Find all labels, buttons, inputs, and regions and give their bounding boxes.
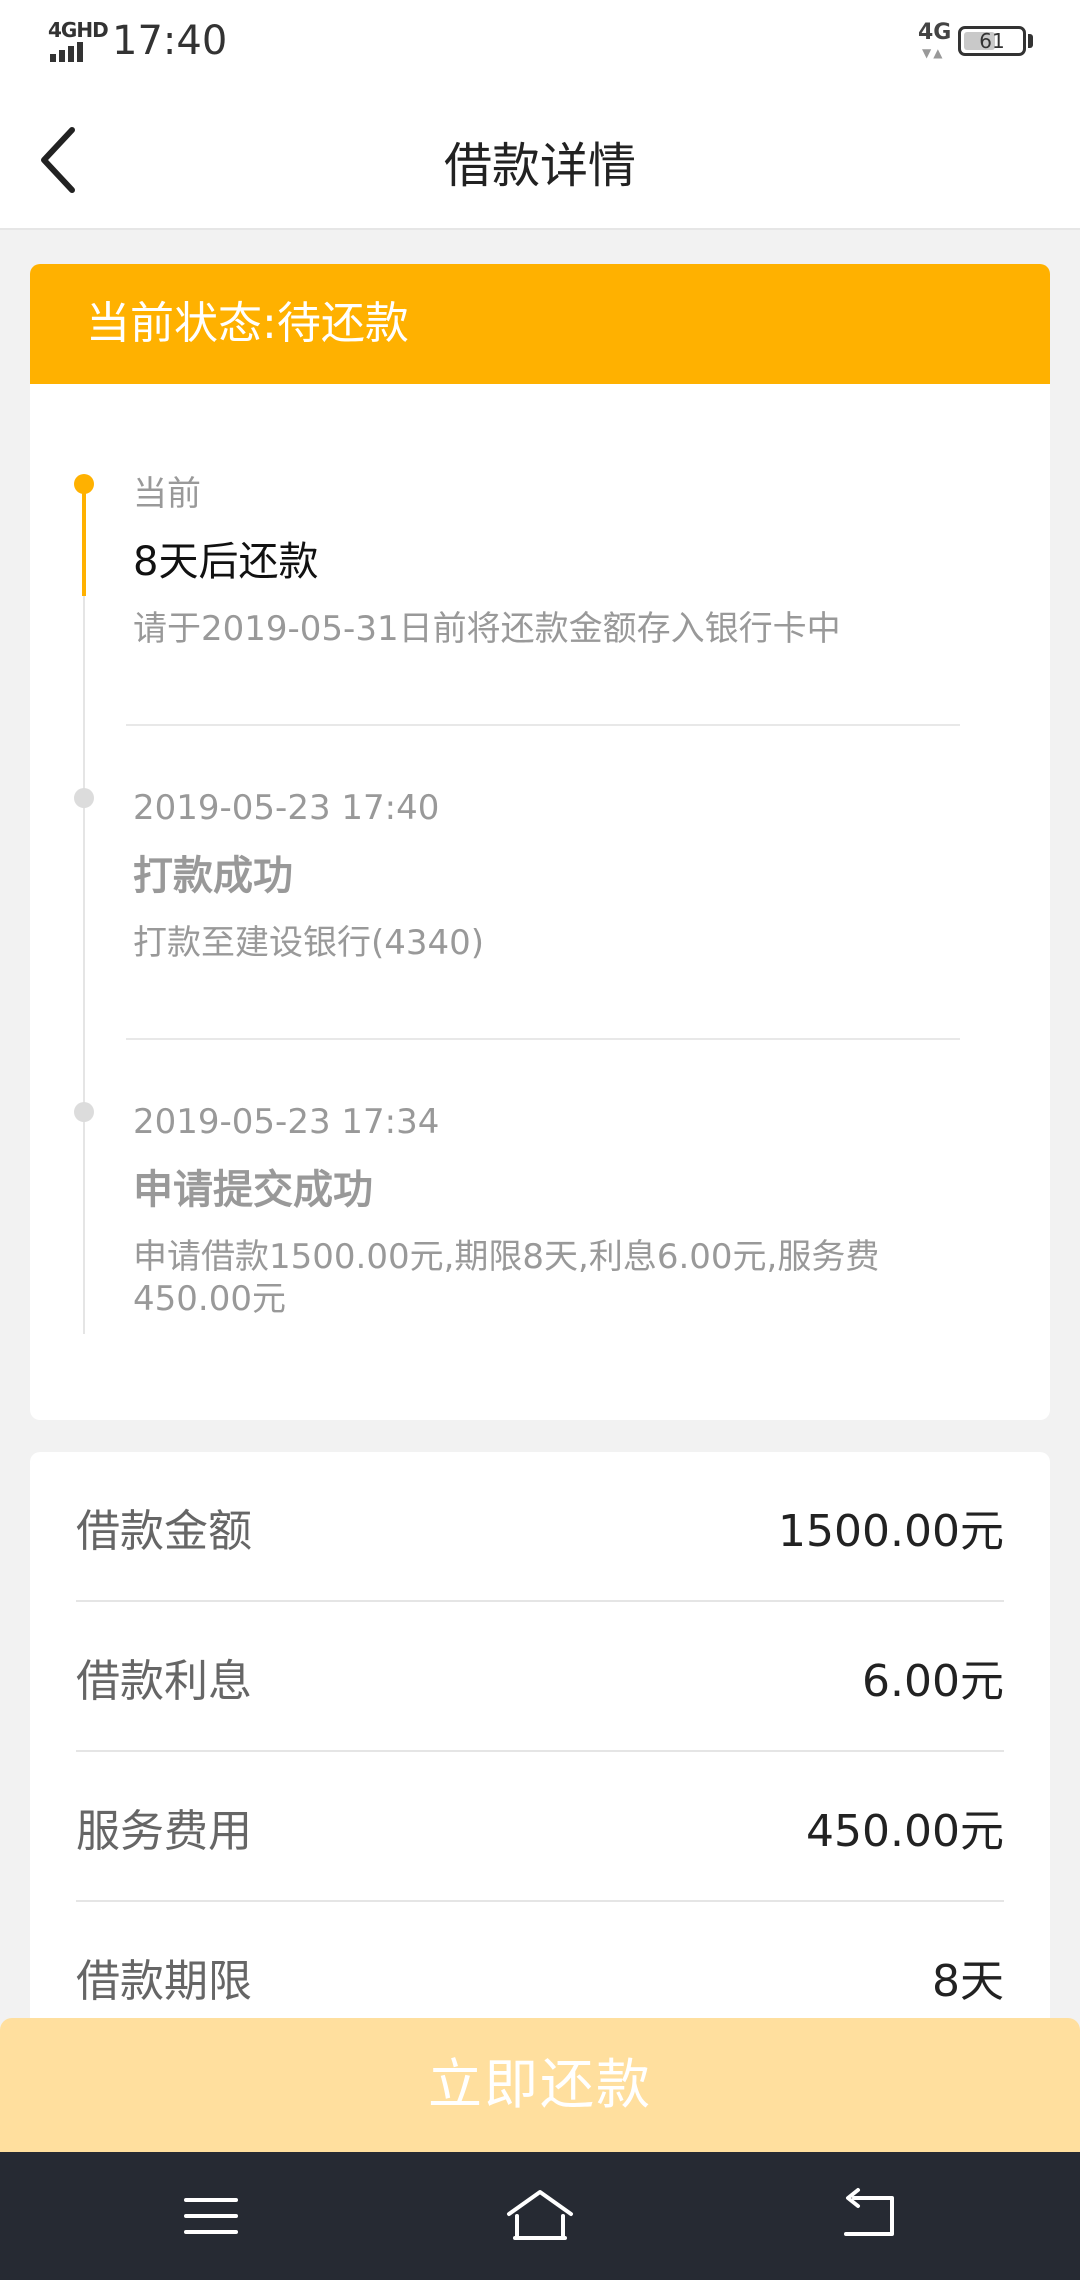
detail-key: 服务费用 — [76, 1806, 252, 1857]
event-title: 8天后还款 — [133, 539, 319, 585]
navigation-bar: 借款详情 — [0, 90, 1080, 230]
timeline-event-current: 当前 8天后还款 请于2019-05-31日前将还款金额存入银行卡中 — [133, 472, 993, 650]
detail-value: 8天 — [932, 1956, 1004, 2007]
detail-row-amount: 借款金额 1500.00元 — [76, 1452, 1004, 1602]
status-time: 17:40 — [112, 18, 228, 64]
detail-key: 借款利息 — [76, 1656, 252, 1707]
detail-value: 6.00元 — [862, 1656, 1004, 1707]
battery-tip — [1028, 34, 1033, 48]
event-label: 2019-05-23 17:40 — [133, 788, 440, 828]
event-label: 当前 — [133, 474, 201, 514]
system-navigation-bar — [0, 2152, 1080, 2280]
network-type: 4GHD — [48, 18, 109, 42]
back-arrow-icon — [844, 2188, 894, 2236]
loan-detail-screen: 4GHD 17:40 4G ▼▲ 61 借款详情 当前状态:待还款 当前 8天后… — [0, 0, 1080, 2280]
event-label: 2019-05-23 17:34 — [133, 1102, 440, 1142]
event-description: 请于2019-05-31日前将还款金额存入银行卡中 — [133, 609, 841, 649]
detail-value: 1500.00元 — [778, 1506, 1004, 1557]
system-home-button[interactable] — [505, 2186, 575, 2246]
timeline-dot-current — [74, 474, 94, 494]
loan-status-card: 当前状态:待还款 当前 8天后还款 请于2019-05-31日前将还款金额存入银… — [30, 264, 1050, 1420]
system-menu-button[interactable] — [176, 2186, 246, 2246]
timeline-divider — [126, 1038, 960, 1040]
detail-row-service-fee: 服务费用 450.00元 — [76, 1752, 1004, 1902]
battery-level: 61 — [979, 29, 1005, 53]
timeline-divider — [126, 724, 960, 726]
detail-row-interest: 借款利息 6.00元 — [76, 1602, 1004, 1752]
timeline-dot-paid — [74, 788, 94, 808]
detail-value: 450.00元 — [806, 1806, 1004, 1857]
home-icon — [507, 2190, 573, 2240]
repay-now-button[interactable]: 立即还款 — [0, 2018, 1080, 2152]
battery-icon: 61 — [958, 26, 1026, 56]
data-arrows-icon: ▼▲ — [922, 46, 945, 60]
timeline-event-submitted: 2019-05-23 17:34 申请提交成功 申请借款1500.00元,期限8… — [133, 1100, 993, 1320]
loan-detail-card: 借款金额 1500.00元 借款利息 6.00元 服务费用 450.00元 借款… — [30, 1452, 1050, 2072]
event-description: 申请借款1500.00元,期限8天,利息6.00元,服务费450.00元 — [133, 1237, 880, 1319]
event-description: 打款至建设银行(4340) — [133, 923, 485, 963]
status-bar: 4GHD 17:40 4G ▼▲ 61 — [0, 0, 1080, 90]
menu-icon — [184, 2198, 238, 2234]
system-back-button[interactable] — [834, 2186, 904, 2246]
event-title: 打款成功 — [133, 853, 293, 899]
timeline-dot-submitted — [74, 1102, 94, 1122]
timeline-line — [83, 484, 85, 1334]
detail-key: 借款期限 — [76, 1956, 252, 2007]
page-title: 借款详情 — [443, 138, 636, 194]
timeline-event-paid: 2019-05-23 17:40 打款成功 打款至建设银行(4340) — [133, 786, 993, 964]
event-title: 申请提交成功 — [133, 1167, 373, 1213]
mobile-network-label: 4G — [918, 20, 952, 45]
current-status-banner: 当前状态:待还款 — [30, 264, 1050, 384]
detail-key: 借款金额 — [76, 1506, 252, 1557]
timeline-line-active — [82, 484, 86, 596]
signal-icon: 4GHD — [48, 18, 109, 62]
